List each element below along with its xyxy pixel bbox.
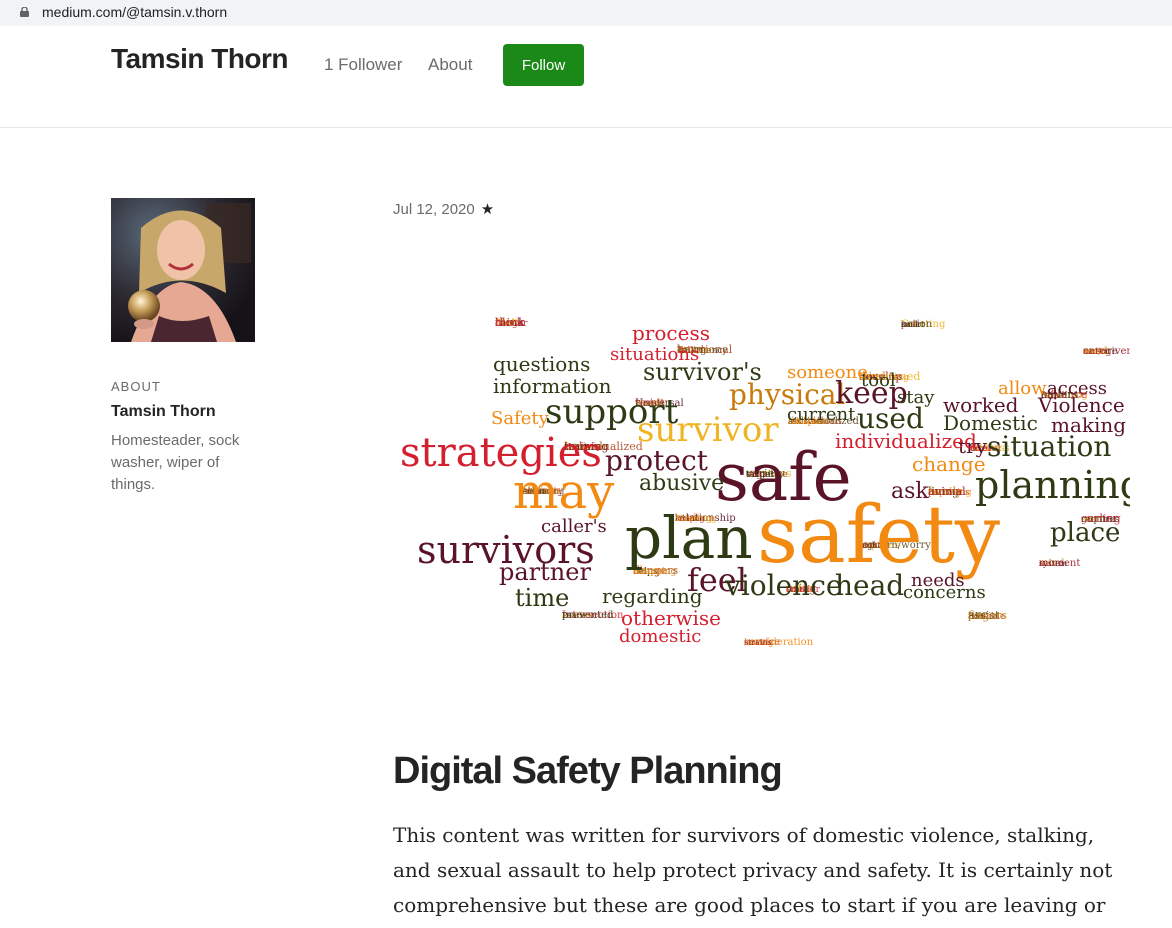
word-cloud-word: regarding [602, 584, 703, 608]
word-cloud-word: allow [998, 378, 1047, 399]
word-cloud-word: place [1050, 518, 1120, 548]
word-cloud-word: process [632, 321, 710, 345]
word-cloud-word: abusive [639, 471, 724, 496]
avatar [111, 198, 255, 342]
about-heading: ABOUT [111, 379, 161, 394]
word-cloud-image: requiresgoadaptlivingmemorycognitivedisc… [400, 316, 1130, 648]
word-cloud-word: information [493, 374, 612, 398]
word-cloud-word: caregivers [1083, 346, 1130, 357]
word-cloud-word: ask [891, 479, 929, 504]
url-text[interactable]: medium.com/@tamsin.v.thorn [42, 4, 227, 20]
word-cloud-word: concerns [903, 582, 986, 603]
word-cloud-word: strategies [400, 430, 602, 476]
browser-address-bar[interactable]: medium.com/@tamsin.v.thorn [0, 0, 1172, 26]
post-date: Jul 12, 2020 ★ [393, 200, 494, 218]
word-cloud-word: making [1051, 413, 1126, 437]
word-cloud-word: situations [610, 344, 699, 365]
member-star-icon: ★ [480, 201, 495, 218]
word-cloud-word: block [495, 316, 525, 329]
profile-name-link[interactable]: Tamsin Thorn [111, 43, 289, 75]
post-body: This content was written for survivors o… [393, 823, 1113, 917]
word-cloud-word: change [912, 452, 986, 476]
profile-header: Tamsin Thorn 1 Follower About Follow [0, 26, 1172, 128]
word-cloud-word: fingers [968, 609, 1007, 622]
word-cloud-word: Safety [491, 408, 550, 429]
word-cloud-word: someone [787, 362, 868, 383]
post-date-text: Jul 12, 2020 [393, 201, 475, 218]
word-cloud-word: stay [897, 387, 935, 408]
word-cloud-word: violence [724, 569, 842, 602]
word-cloud-word: time [515, 584, 569, 612]
word-cloud-word: head [835, 569, 904, 602]
word-cloud-word: current [787, 404, 856, 425]
word-cloud-word: questions [493, 352, 590, 376]
word-cloud-word: caller's [541, 516, 607, 537]
about-link[interactable]: About [428, 55, 472, 75]
about-author-name[interactable]: Tamsin Thorn [111, 403, 216, 421]
lock-icon [20, 7, 29, 17]
author-bio: Homesteader, sock washer, wiper of thing… [111, 432, 240, 493]
word-cloud-words: requiresgoadaptlivingmemorycognitivedisc… [400, 316, 1130, 648]
followers-link[interactable]: 1 Follower [324, 55, 402, 75]
word-cloud-word: domestic [619, 626, 701, 647]
word-cloud-word: system [1039, 559, 1068, 568]
word-cloud-word: prevented [562, 610, 614, 621]
post-title[interactable]: Digital Safety Planning [393, 750, 783, 793]
word-cloud-word: planning [975, 463, 1130, 507]
word-cloud-word: access [1047, 378, 1107, 399]
word-cloud-word: partner [499, 558, 591, 586]
follow-button[interactable]: Follow [503, 44, 584, 86]
word-cloud-word: individualized [835, 429, 977, 453]
word-cloud-word: smart [901, 320, 925, 329]
word-cloud-word: strains [744, 638, 772, 647]
